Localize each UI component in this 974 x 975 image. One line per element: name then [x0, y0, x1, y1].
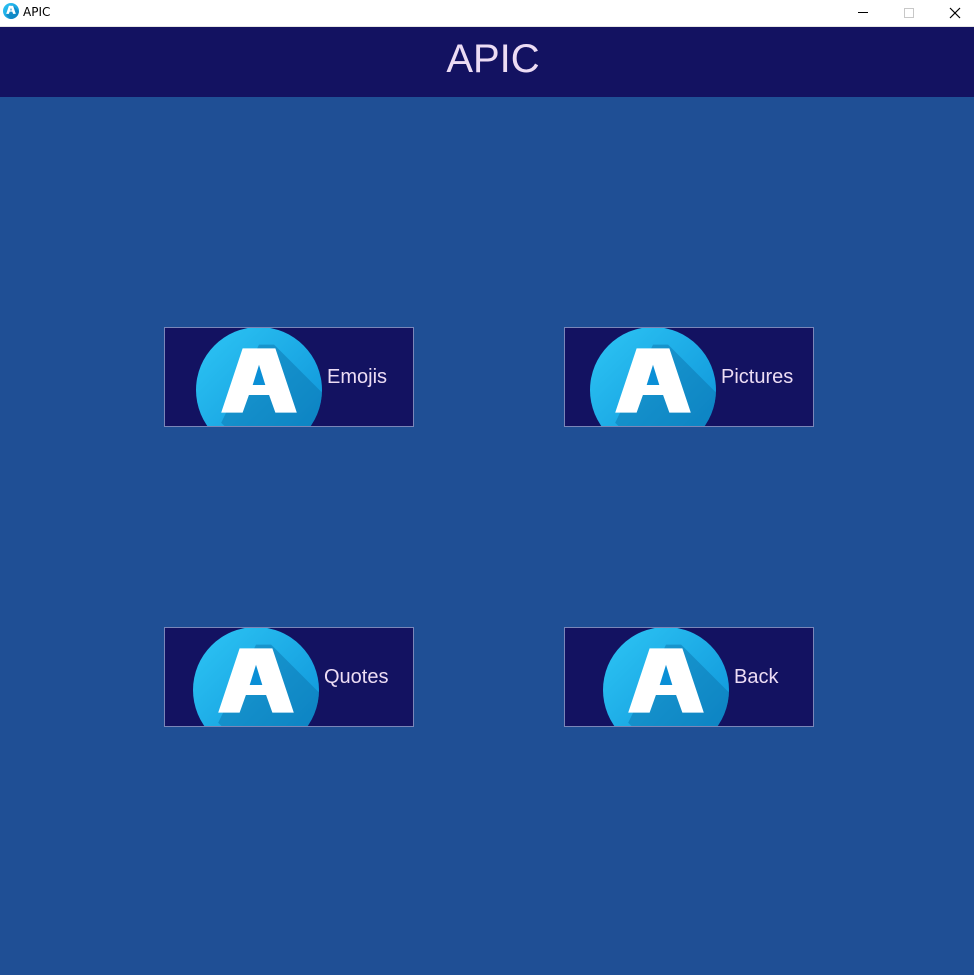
- apic-logo-icon: [590, 327, 716, 427]
- pictures-button[interactable]: Pictures: [564, 327, 814, 427]
- maximize-icon: [904, 8, 914, 18]
- maximize-button[interactable]: [886, 0, 932, 26]
- apic-logo-icon: [603, 627, 729, 727]
- apic-logo-icon: [193, 627, 319, 727]
- pictures-button-label: Pictures: [721, 366, 794, 388]
- apic-logo-icon: [3, 3, 19, 19]
- window-titlebar: APIC: [0, 0, 974, 27]
- apic-logo-icon: [196, 327, 322, 427]
- window-title: APIC: [23, 5, 51, 19]
- app-header: APIC: [0, 27, 974, 97]
- close-icon: [949, 7, 961, 19]
- emojis-button[interactable]: Emojis: [164, 327, 414, 427]
- page-title: APIC: [446, 37, 540, 81]
- back-button[interactable]: Back: [564, 627, 814, 727]
- close-button[interactable]: [932, 0, 974, 26]
- emojis-button-label: Emojis: [327, 366, 388, 388]
- quotes-button-label: Quotes: [324, 666, 389, 688]
- quotes-button[interactable]: Quotes: [164, 627, 414, 727]
- minimize-icon: [858, 12, 868, 13]
- back-button-label: Back: [734, 666, 779, 688]
- minimize-button[interactable]: [840, 0, 886, 26]
